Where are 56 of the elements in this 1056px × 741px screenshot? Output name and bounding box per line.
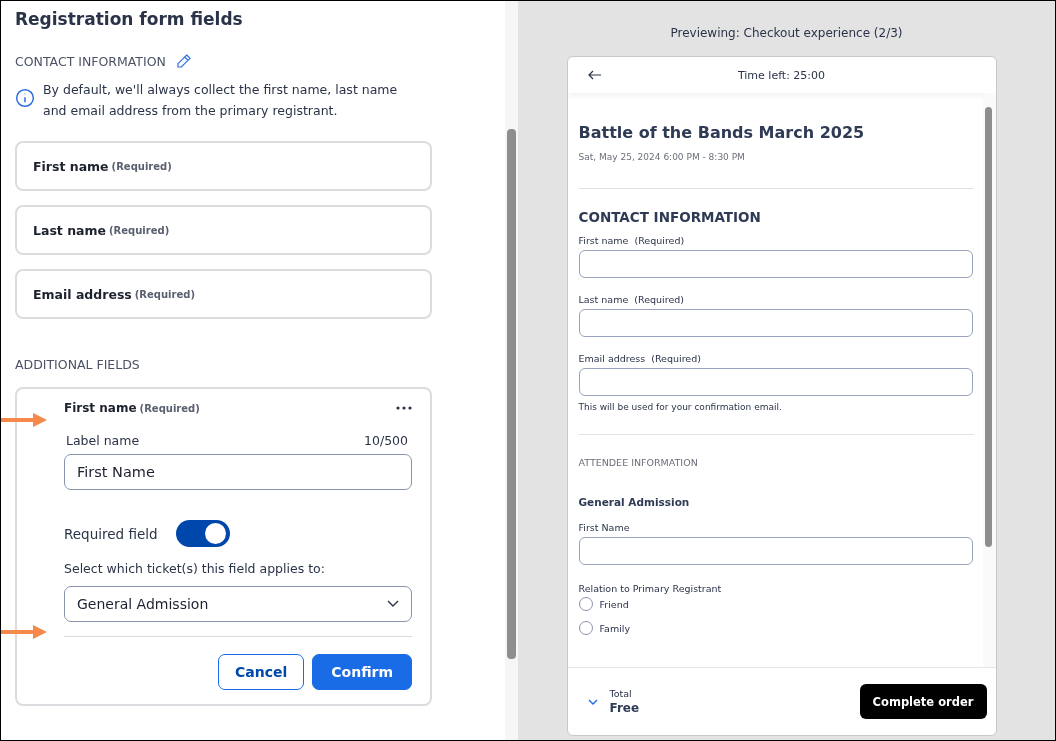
cancel-button[interactable]: Cancel (218, 654, 305, 690)
more-icon[interactable] (396, 406, 412, 410)
event-date: Sat, May 25, 2024 6:00 PM - 8:30 PM (578, 152, 746, 162)
radio-label: Friend (599, 598, 629, 610)
radio-label: Family (599, 622, 631, 634)
label-caption: Label name (66, 433, 140, 448)
info-text: By default, we'll always collect the first name, last name and email address from the primary registrant. (43, 81, 399, 120)
back-arrow-icon[interactable] (587, 70, 602, 80)
scrollbar[interactable] (982, 93, 996, 667)
field-card[interactable]: Email address (Required) (15, 269, 432, 319)
ticket-select[interactable]: General Admission (64, 586, 412, 622)
total-value: Free (609, 701, 640, 715)
chevron-down-icon[interactable] (587, 698, 598, 705)
annotation-arrow (1, 413, 47, 427)
chevron-down-icon (387, 600, 399, 608)
timer-text: Time left: 25:00 (736, 68, 827, 82)
field-label: Last name (Required) (578, 294, 685, 305)
character-counter: 10/500 (364, 433, 408, 448)
required-toggle[interactable] (175, 520, 230, 547)
scrollbar[interactable] (505, 1, 518, 740)
required-note: (Required) (134, 288, 195, 300)
ticket-prompt: Select which ticket(s) this field applies to: (64, 561, 326, 576)
field-label: Email address (33, 286, 132, 302)
label-input[interactable]: First Name (64, 454, 412, 490)
field-label: Last name (33, 222, 106, 238)
total-label: Total (609, 688, 633, 699)
section-heading: ATTENDEE INFORMATION (578, 457, 699, 468)
event-title: Battle of the Bands March 2025 (578, 123, 866, 142)
field-label: First name (Required) (578, 235, 686, 246)
field-card[interactable]: First name (Required) (15, 141, 432, 191)
field-label: Email address (Required) (578, 353, 702, 364)
text-input[interactable] (578, 309, 973, 337)
section-heading: CONTACT INFORMATION (578, 209, 762, 225)
confirm-button[interactable]: Confirm (312, 654, 412, 690)
text-input[interactable] (578, 250, 973, 278)
text-input[interactable] (578, 537, 973, 565)
field-label: First name (64, 401, 137, 415)
required-note: (Required) (139, 403, 200, 414)
complete-order-button[interactable]: Complete order (859, 684, 987, 719)
field-label: First Name (578, 522, 631, 533)
text-input[interactable] (578, 368, 973, 396)
section-heading: CONTACT INFORMATION (15, 53, 166, 69)
required-note: (Required) (109, 224, 170, 236)
section-heading: ADDITIONAL FIELDS (15, 357, 140, 372)
required-note: (Required) (111, 160, 172, 172)
field-hint: This will be used for your confirmation email. (578, 402, 783, 412)
field-label: Relation to Primary Registrant (578, 583, 723, 594)
ticket-name: General Admission (578, 496, 691, 508)
panel-title: Registration form fields (15, 9, 244, 31)
toggle-label: Required field (64, 525, 158, 542)
field-label: First name (33, 158, 109, 174)
field-card[interactable]: Last name (Required) (15, 205, 432, 255)
edit-icon[interactable] (175, 53, 192, 69)
preview-caption: Previewing: Checkout experience (2/3) (670, 26, 903, 40)
annotation-arrow (1, 625, 47, 639)
info-icon (15, 88, 35, 108)
